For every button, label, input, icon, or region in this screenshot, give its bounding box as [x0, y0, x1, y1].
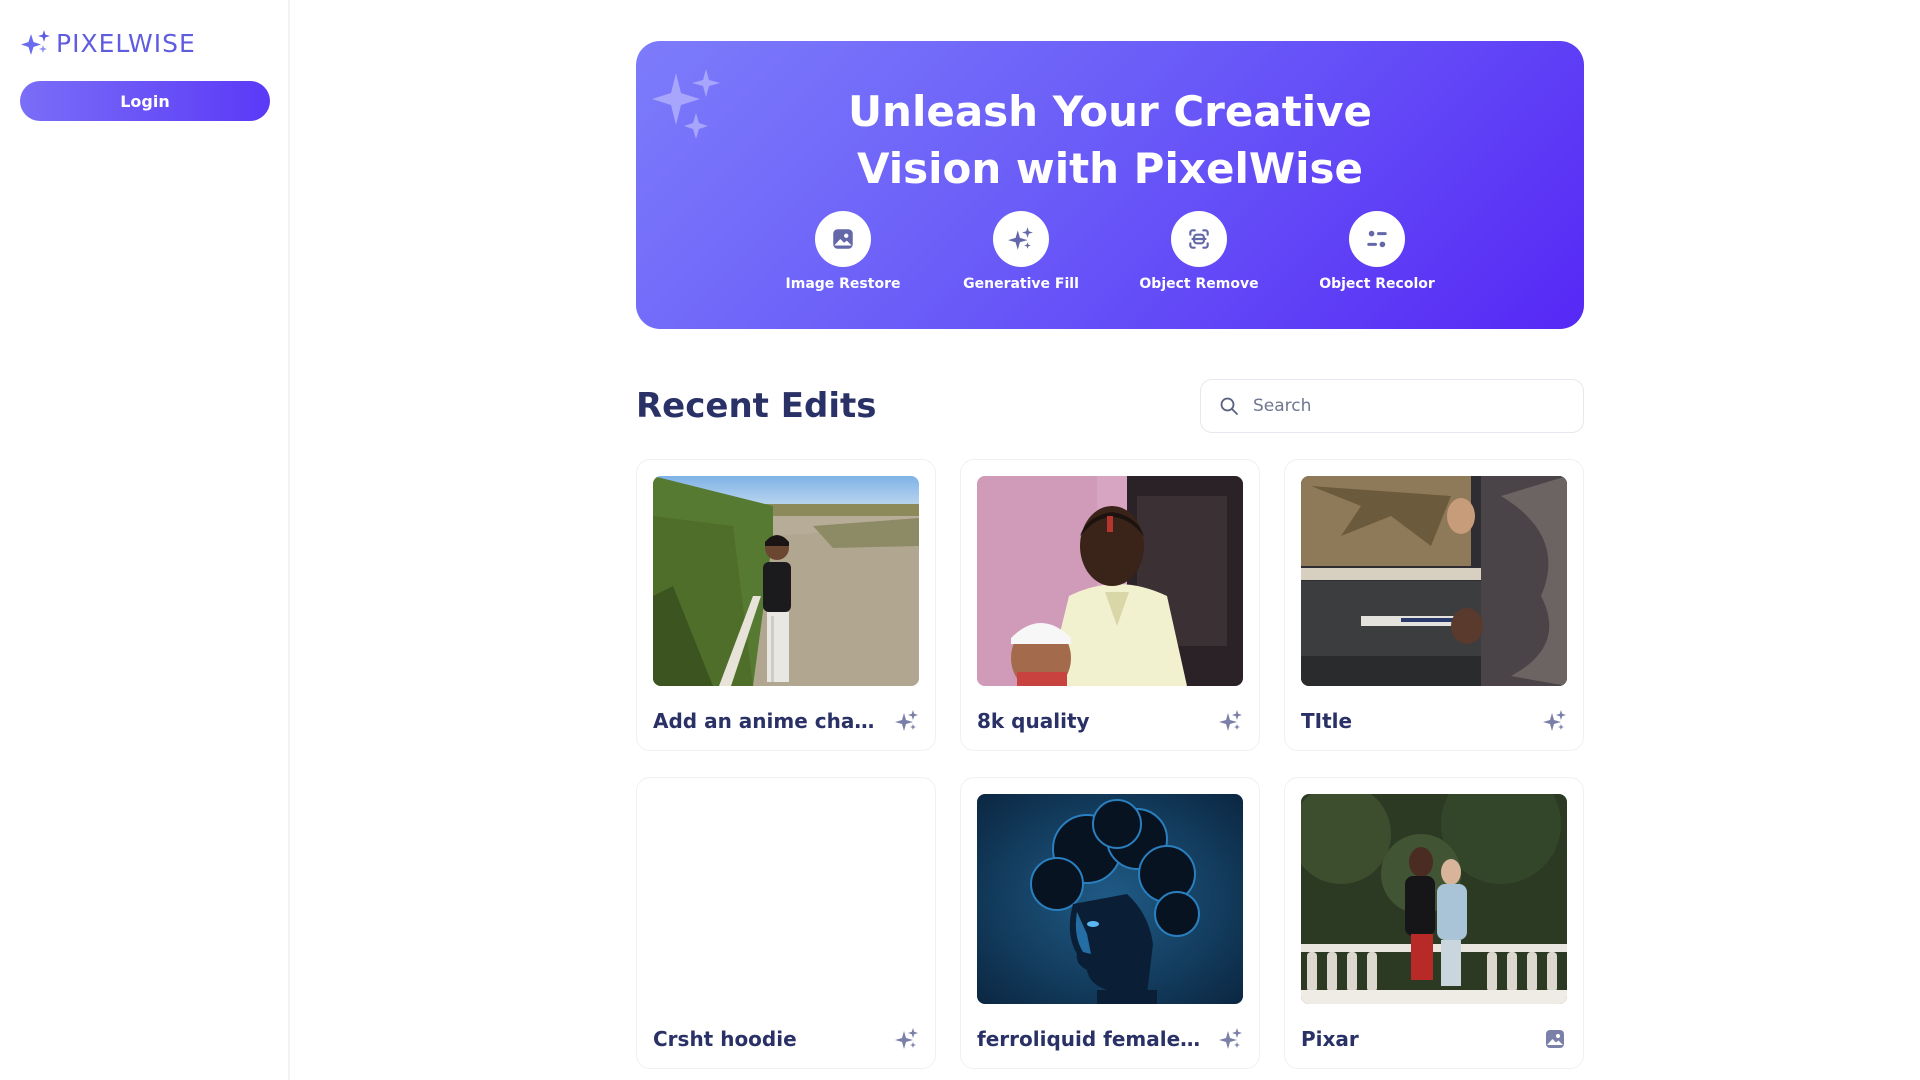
sparkles-icon [1543, 709, 1567, 733]
tool-image-restore[interactable]: Image Restore [754, 211, 932, 292]
edit-title: 8k quality [977, 709, 1090, 733]
sparkles-icon [1219, 709, 1243, 733]
sidebar: PIXELWISE Login [0, 0, 290, 1080]
sparkles-icon [895, 1027, 919, 1051]
sparkles-logo-icon [21, 30, 50, 55]
hero-title-line2: Vision with PixelWise [856, 144, 1364, 193]
edit-card-footer: 8k quality [977, 708, 1243, 734]
login-button[interactable]: Login [20, 81, 270, 121]
edit-card-footer: TItle [1301, 708, 1567, 734]
image-icon [833, 229, 853, 249]
tool-label: Object Recolor [1319, 276, 1435, 292]
edit-card-footer: ferroliquid female art [977, 1026, 1243, 1052]
hero-title: Unleash Your Creative Vision with PixelW… [636, 83, 1584, 197]
search-input[interactable] [1253, 396, 1565, 416]
ferroliquid-art-image [977, 794, 1243, 1004]
edit-title: TItle [1301, 709, 1353, 733]
tool-object-remove[interactable]: Object Remove [1110, 211, 1288, 292]
edit-thumbnail [1301, 476, 1567, 686]
image-icon [1543, 1027, 1567, 1051]
edit-card-footer: Pixar [1301, 1026, 1567, 1052]
sparkles-icon [1008, 227, 1033, 250]
edit-card[interactable]: 8k quality [960, 459, 1260, 751]
edit-card-footer: Add an anime charact... [653, 708, 919, 734]
tool-icon-circle [1349, 211, 1405, 267]
hero-title-line1: Unleash Your Creative [847, 87, 1373, 136]
recent-edits-title: Recent Edits [636, 386, 877, 426]
tool-generative-fill[interactable]: Generative Fill [932, 211, 1110, 292]
edit-thumbnail [653, 476, 919, 686]
edit-title: ferroliquid female art [977, 1027, 1203, 1051]
recent-edits-grid: Add an anime charact... [636, 459, 1584, 1069]
tool-label: Generative Fill [963, 276, 1079, 292]
tool-label: Image Restore [785, 276, 901, 292]
edit-thumbnail [653, 794, 919, 1004]
hero-banner: Unleash Your Creative Vision with PixelW… [636, 41, 1584, 329]
search-box[interactable] [1200, 379, 1584, 433]
tool-icon-circle [815, 211, 871, 267]
edit-card[interactable]: Add an anime charact... [636, 459, 936, 751]
tool-label: Object Remove [1139, 276, 1259, 292]
edit-card-footer: Crsht hoodie [653, 1026, 919, 1052]
scan-icon [1189, 229, 1209, 249]
edit-thumbnail [1301, 794, 1567, 1004]
tool-object-recolor[interactable]: Object Recolor [1288, 211, 1466, 292]
edit-thumbnail [977, 476, 1243, 686]
edit-thumbnail [977, 794, 1243, 1004]
edit-card[interactable]: Pixar [1284, 777, 1584, 1069]
brand-name: PIXELWISE [56, 28, 196, 58]
suits-photo-image [1301, 476, 1567, 686]
filter-icon [1367, 230, 1387, 248]
sparkles-icon [895, 709, 919, 733]
sparkles-icon [1219, 1027, 1243, 1051]
brand-logo[interactable]: PIXELWISE [20, 28, 268, 58]
tool-icon-circle [993, 211, 1049, 267]
tool-icon-circle [1171, 211, 1227, 267]
couple-photo-image [1301, 794, 1567, 1004]
road-photo-image [653, 476, 919, 686]
main-content: Unleash Your Creative Vision with PixelW… [636, 41, 1584, 1069]
edit-title: Crsht hoodie [653, 1027, 797, 1051]
edit-title: Pixar [1301, 1027, 1359, 1051]
edit-title: Add an anime charact... [653, 709, 879, 733]
search-icon [1220, 397, 1238, 415]
recent-edits-header: Recent Edits [636, 379, 1584, 433]
edit-card[interactable]: Crsht hoodie [636, 777, 936, 1069]
edit-card[interactable]: TItle [1284, 459, 1584, 751]
tool-list: Image Restore Generative Fill Object Rem… [636, 211, 1584, 292]
family-photo-image [977, 476, 1243, 686]
edit-card[interactable]: ferroliquid female art [960, 777, 1260, 1069]
